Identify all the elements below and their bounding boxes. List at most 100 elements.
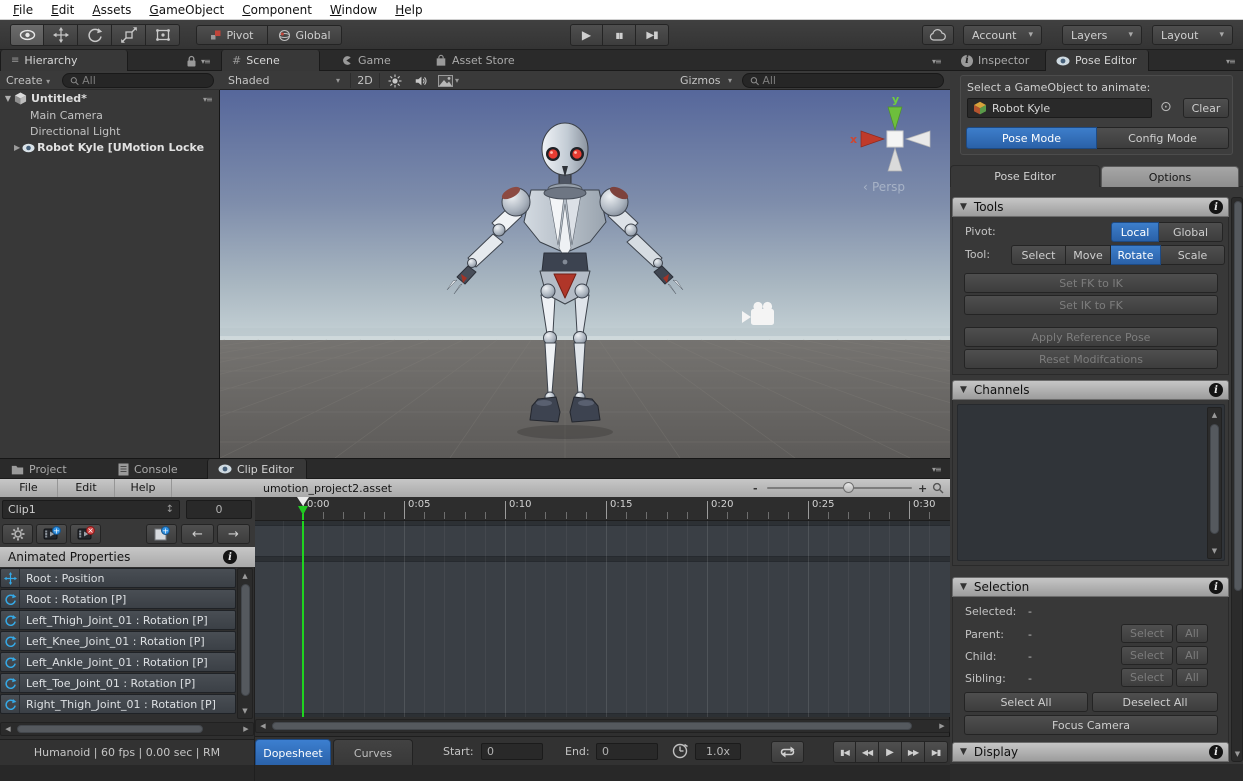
panel-menu-icon[interactable]: ▾≡	[201, 57, 210, 66]
scrollbar-thumb[interactable]	[241, 584, 250, 696]
clip-menu-file[interactable]: File	[0, 479, 58, 497]
zoom-slider-thumb[interactable]	[843, 482, 854, 493]
select-all-button[interactable]: Select All	[964, 692, 1088, 712]
menu-file[interactable]: File	[4, 1, 42, 19]
step-button[interactable]: ▶▮	[636, 24, 669, 46]
start-field[interactable]	[481, 743, 543, 760]
timeline-ruler[interactable]: 0:000:050:100:150:200:250:30	[255, 497, 950, 521]
tree-item-directional-light[interactable]: Directional Light	[30, 123, 120, 139]
pivot-global-button[interactable]: Global	[1159, 222, 1223, 242]
menu-help[interactable]: Help	[386, 1, 431, 19]
scrollbar-thumb[interactable]	[17, 725, 203, 733]
channels-scrollbar[interactable]: ▲ ▼	[1207, 407, 1222, 559]
tab-game[interactable]: Game	[330, 50, 406, 71]
play-button[interactable]: ▶	[570, 24, 603, 46]
track-band-summary[interactable]	[255, 525, 950, 557]
set-fk-to-ik-button[interactable]: Set FK to IK	[964, 273, 1218, 293]
clip-menu-edit[interactable]: Edit	[58, 479, 115, 497]
add-clip-button[interactable]: +	[36, 524, 67, 544]
parent-all-button[interactable]: All	[1176, 624, 1208, 643]
info-icon[interactable]: i	[1209, 200, 1223, 214]
scene-search[interactable]	[742, 73, 944, 88]
account-dropdown[interactable]: Account▾	[963, 25, 1042, 45]
info-icon[interactable]: i	[223, 550, 237, 564]
scroll-left-icon[interactable]: ◀	[257, 721, 269, 731]
add-layer-button[interactable]: +	[146, 524, 177, 544]
selection-section-header[interactable]: ▼ Selection i	[952, 577, 1229, 597]
scroll-right-icon[interactable]: ▶	[936, 721, 948, 731]
tab-hierarchy[interactable]: ≡ Hierarchy	[0, 50, 128, 71]
timeline-hscrollbar[interactable]: ◀ ▶	[255, 719, 950, 733]
pause-button[interactable]: ▮▮	[603, 24, 636, 46]
info-icon[interactable]: i	[1209, 383, 1223, 397]
scroll-down-icon[interactable]: ▼	[1209, 545, 1220, 557]
prev-frame-button[interactable]: ←	[181, 524, 214, 544]
display-section-header[interactable]: ▼ Display i	[952, 742, 1229, 762]
subtab-options[interactable]: Options	[1101, 166, 1239, 187]
loop-button[interactable]	[771, 741, 804, 763]
scroll-up-icon[interactable]: ▲	[1209, 409, 1220, 421]
property-row[interactable]: Root : Rotation [P]	[0, 589, 236, 609]
tools-section-header[interactable]: ▼ Tools i	[952, 197, 1229, 217]
scroll-left-icon[interactable]: ◀	[2, 724, 14, 734]
layout-dropdown[interactable]: Layout▾	[1152, 25, 1233, 45]
gizmos-dropdown[interactable]: Gizmos▾	[675, 73, 737, 88]
play-animation-button[interactable]: ▶	[879, 741, 902, 763]
end-field[interactable]	[596, 743, 658, 760]
playhead-marker-white[interactable]	[297, 497, 309, 506]
tool-move-button[interactable]: Move	[1066, 245, 1111, 265]
scroll-down-icon[interactable]: ▼	[239, 705, 251, 717]
view-tool-button[interactable]	[10, 24, 44, 46]
sibling-select-button[interactable]: Select	[1121, 668, 1173, 687]
subtab-pose-editor[interactable]: Pose Editor	[950, 165, 1100, 187]
tool-rotate-button[interactable]: Rotate	[1111, 245, 1161, 265]
gameobject-field[interactable]: Robot Kyle	[967, 98, 1152, 118]
tab-curves[interactable]: Curves	[333, 739, 413, 766]
menu-component[interactable]: Component	[233, 1, 321, 19]
pivot-toggle-button[interactable]: Pivot	[196, 25, 268, 45]
rect-tool-button[interactable]	[146, 24, 180, 46]
zoom-out-icon[interactable]: -	[753, 482, 758, 495]
scroll-down-icon[interactable]: ▼	[1233, 748, 1243, 759]
persp-label[interactable]: Persp	[872, 180, 905, 194]
tool-select-button[interactable]: Select	[1011, 245, 1066, 265]
parent-select-button[interactable]: Select	[1121, 624, 1173, 643]
scene-menu-icon[interactable]: ▾≡	[203, 95, 212, 104]
info-icon[interactable]: i	[1209, 580, 1223, 594]
scene-search-input[interactable]	[762, 74, 936, 87]
property-row[interactable]: Left_Toe_Joint_01 : Rotation [P]	[0, 673, 236, 693]
rotate-tool-button[interactable]	[78, 24, 112, 46]
scrollbar-thumb[interactable]	[1234, 201, 1242, 591]
properties-hscrollbar[interactable]: ◀ ▶	[0, 722, 254, 736]
clip-menu-help[interactable]: Help	[115, 479, 172, 497]
tab-inspector[interactable]: i Inspector	[951, 50, 1043, 71]
tab-project[interactable]: Project	[1, 459, 89, 479]
pose-editor-scrollbar[interactable]: ▼	[1231, 197, 1243, 762]
fast-forward-button[interactable]: ▶▶	[902, 741, 925, 763]
settings-button[interactable]	[2, 524, 33, 544]
object-picker-icon[interactable]: ⊙	[1160, 99, 1172, 115]
start-input[interactable]	[487, 745, 537, 758]
timeline-tracks[interactable]	[255, 521, 950, 717]
audio-toggle-icon[interactable]	[414, 74, 428, 88]
menu-window[interactable]: Window	[321, 1, 386, 19]
property-row[interactable]: Left_Thigh_Joint_01 : Rotation [P]	[0, 610, 236, 630]
child-all-button[interactable]: All	[1176, 646, 1208, 665]
panel-menu-icon[interactable]: ▾≡	[932, 465, 941, 474]
properties-scrollbar[interactable]: ▲ ▼	[237, 568, 253, 719]
property-row[interactable]: Left_Ankle_Joint_01 : Rotation [P]	[0, 652, 236, 672]
clip-select[interactable]: Clip1 ↕	[2, 500, 180, 519]
speed-field[interactable]: 1.0x	[695, 743, 741, 760]
foldout-closed-icon[interactable]: ▶	[14, 143, 20, 152]
lighting-toggle-icon[interactable]	[388, 74, 402, 88]
search-icon[interactable]	[932, 482, 944, 494]
create-dropdown[interactable]: Create ▾	[6, 74, 50, 87]
next-frame-button[interactable]: →	[217, 524, 250, 544]
pivot-local-button[interactable]: Local	[1111, 222, 1159, 242]
foldout-open-icon[interactable]: ▼	[2, 94, 14, 103]
gizmo-center-cube[interactable]	[887, 131, 903, 147]
sibling-all-button[interactable]: All	[1176, 668, 1208, 687]
deselect-all-button[interactable]: Deselect All	[1092, 692, 1218, 712]
info-icon[interactable]: i	[1209, 745, 1223, 759]
pose-mode-button[interactable]: Pose Mode	[966, 127, 1097, 149]
